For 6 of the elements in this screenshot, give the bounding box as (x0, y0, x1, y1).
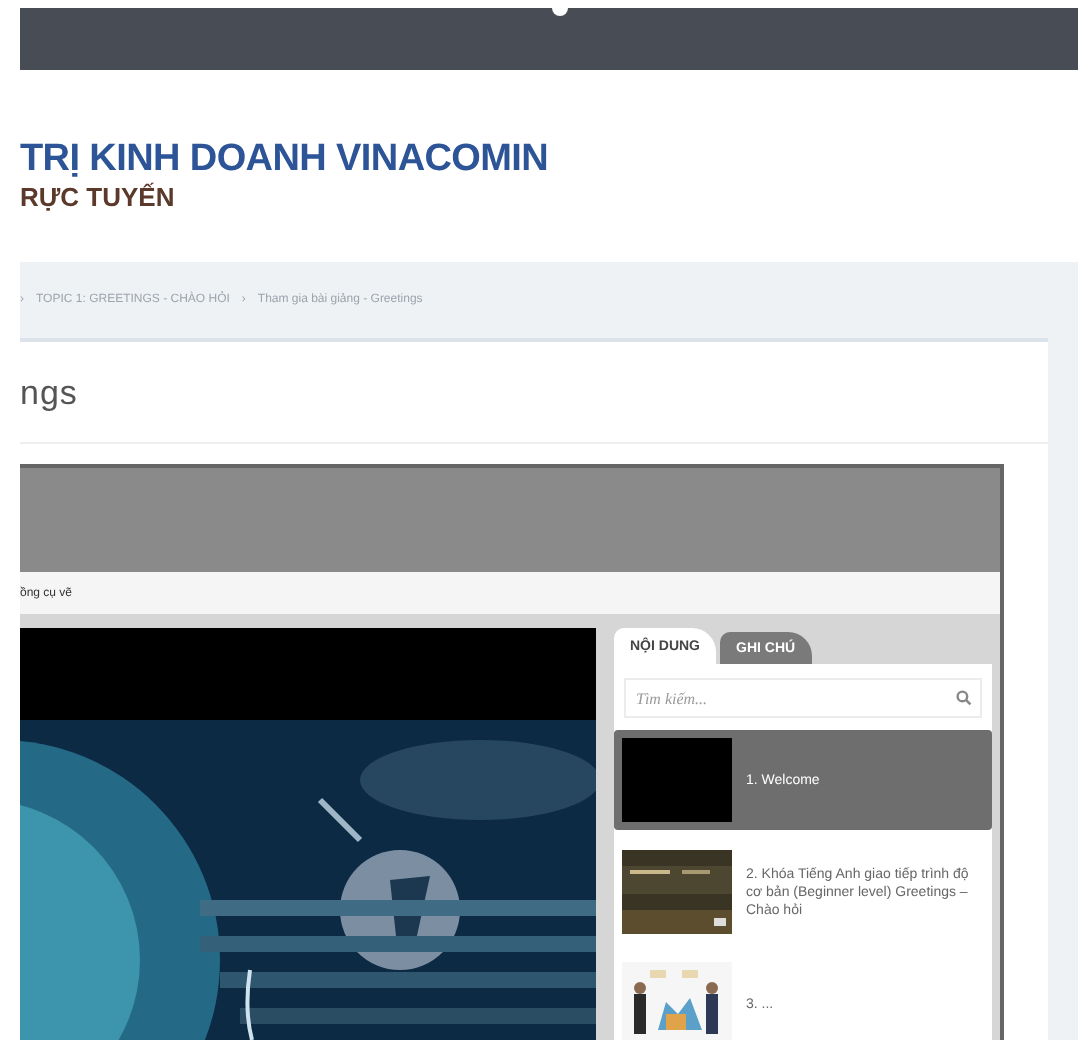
page-title: ngs (20, 374, 78, 414)
site-subtitle: RỰC TUYẾN (20, 181, 177, 213)
lesson-thumbnail (622, 738, 732, 822)
search-icon (956, 690, 972, 706)
site-title: TRỊ KINH DOANH VINACOMIN (20, 135, 551, 181)
search-field[interactable]: Tìm kiếm... (624, 678, 982, 718)
